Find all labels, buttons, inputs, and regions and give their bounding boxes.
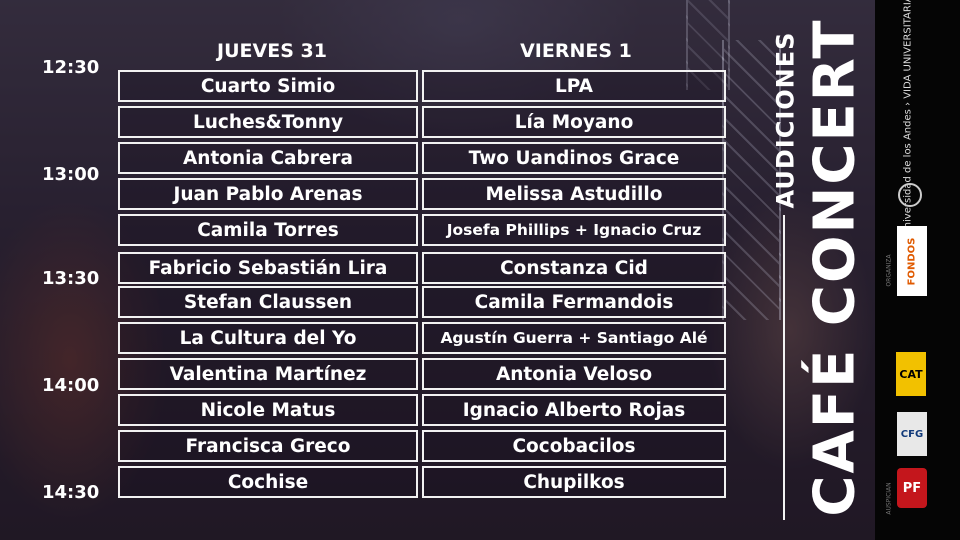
time-label: 14:00 bbox=[42, 375, 100, 396]
time-label: 12:30 bbox=[42, 57, 100, 78]
slot-thursday: Cochise bbox=[118, 466, 418, 498]
slot-friday: Constanza Cid bbox=[422, 252, 726, 284]
slot-friday: Camila Fermandois bbox=[422, 286, 726, 318]
divider-line bbox=[783, 215, 785, 520]
slot-thursday: Stefan Claussen bbox=[118, 286, 418, 318]
day-header-thursday: JUEVES 31 bbox=[217, 40, 327, 62]
slot-thursday: La Cultura del Yo bbox=[118, 322, 418, 354]
slot-friday: Melissa Astudillo bbox=[422, 178, 726, 210]
slot-thursday: Luches&Tonny bbox=[118, 106, 418, 138]
time-label: 14:30 bbox=[42, 482, 100, 503]
slot-thursday: Antonia Cabrera bbox=[118, 142, 418, 174]
slot-friday: Two Uandinos Grace bbox=[422, 142, 726, 174]
university-logo: Universidad de los Andes › VIDA UNIVERSI… bbox=[902, 0, 914, 236]
event-subtitle: AUDICIONES bbox=[771, 31, 800, 209]
slot-friday: Cocobacilos bbox=[422, 430, 726, 462]
slot-thursday: Cuarto Simio bbox=[118, 70, 418, 102]
cat-logo: CAT bbox=[896, 352, 926, 396]
slot-friday: LPA bbox=[422, 70, 726, 102]
slot-thursday: Fabricio Sebastián Lira bbox=[118, 252, 418, 284]
slot-friday: Chupilkos bbox=[422, 466, 726, 498]
slot-thursday: Francisca Greco bbox=[118, 430, 418, 462]
slot-friday: Josefa Phillips + Ignacio Cruz bbox=[422, 214, 726, 246]
auspicia-label: AUSPICIAN bbox=[885, 481, 893, 515]
slot-friday: Lía Moyano bbox=[422, 106, 726, 138]
slot-thursday: Valentina Martínez bbox=[118, 358, 418, 390]
slot-thursday: Camila Torres bbox=[118, 214, 418, 246]
day-header-friday: VIERNES 1 bbox=[520, 40, 632, 62]
slot-thursday: Juan Pablo Arenas bbox=[118, 178, 418, 210]
fondos-logo: FONDOS bbox=[897, 226, 927, 296]
poster: JUEVES 31 VIERNES 1 12:30 13:00 13:30 14:00… bbox=[0, 0, 960, 540]
slot-friday: Ignacio Alberto Rojas bbox=[422, 394, 726, 426]
time-label: 13:00 bbox=[42, 164, 100, 185]
time-label: 13:30 bbox=[42, 268, 100, 289]
pf-logo: PF bbox=[897, 468, 927, 508]
event-title: CAFÉ CONCERT bbox=[802, 17, 868, 517]
cfg-logo: CFG bbox=[897, 412, 927, 456]
slot-friday: Antonia Veloso bbox=[422, 358, 726, 390]
university-seal-icon bbox=[898, 183, 922, 207]
organiza-label: ORGANIZA bbox=[885, 253, 893, 287]
slot-friday: Agustín Guerra + Santiago Alé bbox=[422, 322, 726, 354]
slot-thursday: Nicole Matus bbox=[118, 394, 418, 426]
